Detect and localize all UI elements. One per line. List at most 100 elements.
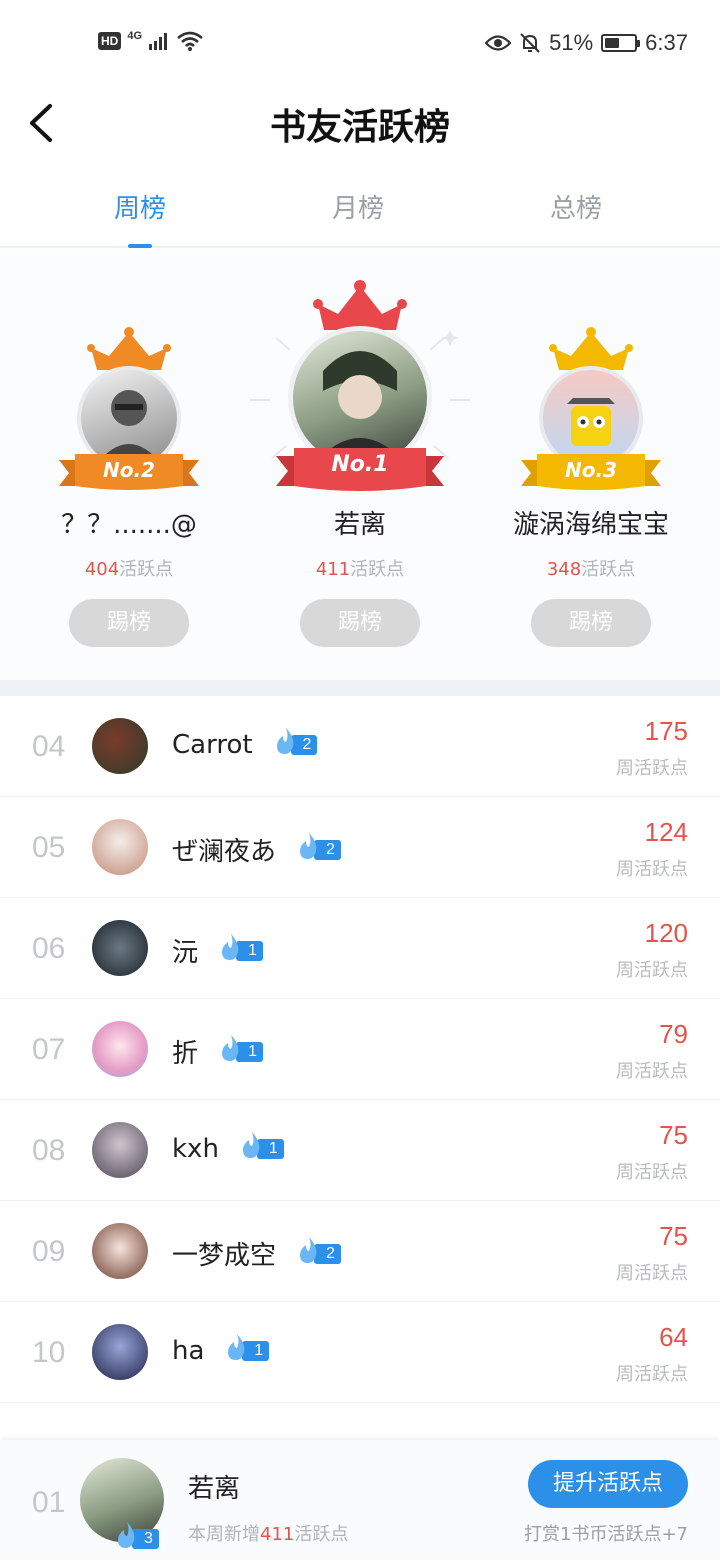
list-rank: 09 xyxy=(32,1235,66,1268)
list-score: 64 xyxy=(659,1322,688,1352)
kick-button-third[interactable]: 踢榜 xyxy=(531,599,651,647)
avatar xyxy=(92,920,148,976)
list-item[interactable]: 06 沅 1 120 周活跃点 xyxy=(0,898,720,999)
reward-note: 打赏1书币活跃点+7 xyxy=(524,1524,688,1545)
level-badge: 1 xyxy=(218,1034,263,1063)
flame-icon xyxy=(300,1236,317,1263)
signal-icon xyxy=(149,33,168,50)
list-score-label: 周活跃点 xyxy=(616,1263,688,1284)
wifi-icon xyxy=(177,31,203,51)
list-rank: 06 xyxy=(32,932,66,965)
crown-icon xyxy=(313,280,407,330)
list-score-label: 周活跃点 xyxy=(616,1162,688,1183)
list-name: 沅 xyxy=(172,938,199,968)
podium-third-points: 348活跃点 xyxy=(471,555,711,581)
list-name: ha xyxy=(172,1336,205,1366)
ranking-list: 04 Carrot 2 175 周活跃点 05 ぜ澜夜あ 2 124 周活跃点 … xyxy=(0,696,720,1403)
tab-monthly[interactable]: 月榜 xyxy=(278,188,438,225)
list-item[interactable]: 05 ぜ澜夜あ 2 124 周活跃点 xyxy=(0,797,720,898)
list-item[interactable]: 07 折 1 79 周活跃点 xyxy=(0,999,720,1100)
tab-bar: 周榜 月榜 总榜 xyxy=(0,178,720,248)
podium-first[interactable]: No.1 若离 411活跃点 踢榜 xyxy=(240,280,480,647)
podium-second-name: ？？.......@ xyxy=(61,510,197,540)
list-score-label: 周活跃点 xyxy=(616,1364,688,1385)
podium-first-avatar-wrap: No.1 xyxy=(250,280,470,496)
status-bar: HD 4G 51% 6:37 xyxy=(0,0,720,88)
list-score: 124 xyxy=(644,817,688,847)
boost-activity-button[interactable]: 提升活跃点 xyxy=(528,1460,688,1508)
list-name-wrap: 沅 1 xyxy=(172,932,263,969)
list-score: 175 xyxy=(644,716,688,746)
tab-weekly[interactable]: 周榜 xyxy=(60,188,220,248)
list-score: 79 xyxy=(659,1019,688,1049)
list-score-label: 周活跃点 xyxy=(616,1061,688,1082)
section-divider xyxy=(0,680,720,696)
eye-icon xyxy=(485,35,512,51)
flame-icon xyxy=(222,1034,239,1061)
level-badge: 2 xyxy=(296,1236,341,1265)
list-item[interactable]: 04 Carrot 2 175 周活跃点 xyxy=(0,696,720,797)
tab-total[interactable]: 总榜 xyxy=(496,188,656,225)
list-score: 120 xyxy=(644,918,688,948)
flame-icon xyxy=(228,1334,245,1360)
list-score: 75 xyxy=(659,1120,688,1150)
level-badge: 1 xyxy=(224,1334,270,1362)
list-name-wrap: 折 1 xyxy=(172,1033,263,1070)
podium-third[interactable]: No.3 漩涡海绵宝宝 348活跃点 踢榜 xyxy=(471,326,711,647)
podium-second[interactable]: No.2 ？？.......@ 404活跃点 踢榜 xyxy=(9,326,249,647)
podium-second-points-suffix: 活跃点 xyxy=(119,559,174,580)
tab-monthly-label: 月榜 xyxy=(331,194,384,224)
podium-second-points: 404活跃点 xyxy=(9,555,249,581)
tab-active-indicator xyxy=(128,244,152,248)
podium-third-avatar-wrap: No.3 xyxy=(511,326,671,496)
list-rank: 04 xyxy=(32,730,66,763)
podium-second-points-value: 404 xyxy=(84,559,120,580)
my-weekly-suffix: 活跃点 xyxy=(294,1524,349,1545)
kick-button-second[interactable]: 踢榜 xyxy=(69,599,189,647)
avatar xyxy=(92,1122,148,1178)
my-weekly-prefix: 本周新增 xyxy=(188,1524,260,1545)
my-level-badge: 3 xyxy=(114,1522,159,1550)
level-badge: 2 xyxy=(296,832,341,861)
clock: 6:37 xyxy=(645,30,688,55)
flame-icon xyxy=(118,1522,135,1548)
list-name: Carrot xyxy=(172,730,253,760)
list-item[interactable]: 10 ha 1 64 周活跃点 xyxy=(0,1302,720,1403)
page-title: 书友活跃榜 xyxy=(269,106,450,148)
list-name-wrap: ha 1 xyxy=(172,1334,270,1366)
avatar xyxy=(92,1324,148,1380)
list-rank: 07 xyxy=(32,1033,66,1066)
list-rank: 05 xyxy=(32,831,66,864)
list-name-wrap: 一梦成空 2 xyxy=(172,1235,341,1272)
avatar xyxy=(92,718,148,774)
header: 书友活跃榜 xyxy=(0,88,720,158)
list-name: 折 xyxy=(172,1039,199,1069)
list-rank: 08 xyxy=(32,1134,66,1167)
podium-third-points-suffix: 活跃点 xyxy=(581,559,636,580)
list-score-label: 周活跃点 xyxy=(616,758,688,779)
podium-second-avatar-wrap: No.2 xyxy=(49,326,209,496)
battery-percent: 51% xyxy=(549,30,594,55)
battery-icon xyxy=(601,34,641,52)
my-weekly-value: 411 xyxy=(260,1524,295,1545)
podium-first-points: 411活跃点 xyxy=(240,555,480,581)
hd-badge: HD xyxy=(98,32,122,50)
kick-button-first[interactable]: 踢榜 xyxy=(300,599,420,647)
list-name-wrap: ぜ澜夜あ 2 xyxy=(172,831,341,868)
podium-first-name: 若离 xyxy=(333,510,386,540)
my-rank: 01 xyxy=(32,1486,66,1519)
battery-level xyxy=(605,38,620,48)
level-badge: 2 xyxy=(273,728,318,756)
avatar xyxy=(92,1021,148,1077)
tab-weekly-label: 周榜 xyxy=(113,194,166,224)
my-name: 若离 xyxy=(188,1474,241,1504)
list-item[interactable]: 08 kxh 1 75 周活跃点 xyxy=(0,1100,720,1201)
podium-first-points-suffix: 活跃点 xyxy=(350,559,405,580)
list-name: kxh xyxy=(172,1134,219,1164)
flame-icon xyxy=(242,1132,260,1158)
podium-third-name: 漩涡海绵宝宝 xyxy=(512,510,669,540)
my-rank-bar: 01 3 若离 本周新增411活跃点 提升活跃点 打赏1书币活跃点+7 xyxy=(0,1440,720,1560)
status-right: 51% 6:37 xyxy=(485,30,688,56)
list-item[interactable]: 09 一梦成空 2 75 周活跃点 xyxy=(0,1201,720,1302)
flame-icon xyxy=(222,933,239,960)
